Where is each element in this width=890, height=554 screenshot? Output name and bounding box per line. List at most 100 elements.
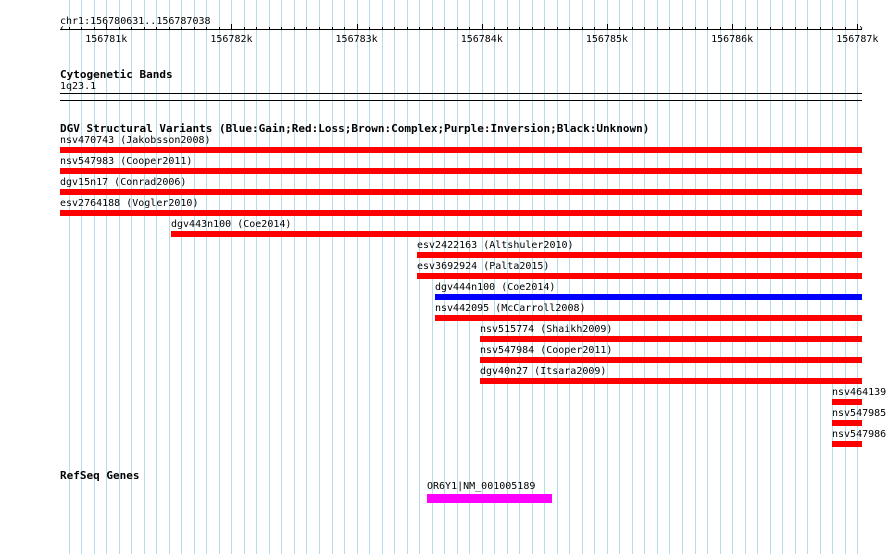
ruler-tick [332, 27, 333, 30]
variant-bar[interactable] [832, 420, 862, 426]
variant-label: esv3692924 (Palta2015) [417, 261, 550, 272]
grid-line [231, 0, 232, 554]
variant-bar[interactable] [435, 294, 862, 300]
variant-bar[interactable] [480, 378, 862, 384]
variant-label: nsv547983 (Cooper2011) [60, 156, 193, 167]
ruler-tick [106, 24, 107, 30]
grid-line [194, 0, 195, 554]
ruler-tick [619, 27, 620, 30]
variant-bar[interactable] [480, 336, 862, 342]
ruler-tick [494, 27, 495, 30]
ruler-tick [269, 27, 270, 30]
ruler-tick-label: 156786k [711, 34, 754, 45]
ruler-tick [845, 27, 846, 30]
variant-label: dgv444n100 (Coe2014) [435, 282, 556, 293]
grid-line [306, 0, 307, 554]
ruler-tick [419, 27, 420, 30]
ruler-tick [807, 27, 808, 30]
variant-label: dgv15n17 (Conrad2006) [60, 177, 187, 188]
variant-label: dgv443n100 (Coe2014) [171, 219, 292, 230]
variant-bar[interactable] [417, 252, 862, 258]
ruler-tick [144, 27, 145, 30]
variant-bar[interactable] [417, 273, 862, 279]
cytoband-track-title: Cytogenetic Bands [60, 68, 173, 81]
variant-label: nsv547984 (Cooper2011) [480, 345, 613, 356]
variant-label: nsv547985 [832, 408, 887, 419]
grid-line [156, 0, 157, 554]
variant-label: nsv442095 (McCarroll2008) [435, 303, 586, 314]
ruler-tick [469, 27, 470, 30]
ruler-tick [507, 27, 508, 30]
variant-label: esv2422163 (Altshuler2010) [417, 240, 574, 251]
variant-bar[interactable] [171, 231, 862, 237]
variant-label: nsv470743 (Jakobsson2008) [60, 135, 211, 146]
cytoband-band-bottom [60, 100, 862, 101]
ruler-tick [532, 27, 533, 30]
ruler-tick [770, 27, 771, 30]
ruler-tick [119, 27, 120, 30]
ruler-tick [594, 27, 595, 30]
ruler-tick [607, 24, 608, 30]
ruler-tick [306, 27, 307, 30]
grid-line [144, 0, 145, 554]
variant-label: nsv547986 [832, 429, 887, 440]
grid-line [281, 0, 282, 554]
ruler-tick [544, 27, 545, 30]
grid-line [169, 0, 170, 554]
ruler-tick [181, 27, 182, 30]
ruler-tick [582, 27, 583, 30]
ruler-tick [857, 24, 858, 30]
variant-bar[interactable] [60, 210, 862, 216]
refseq-track-title: RefSeq Genes [60, 469, 140, 482]
variant-bar[interactable] [60, 189, 862, 195]
ruler-tick [206, 27, 207, 30]
ruler-tick [632, 27, 633, 30]
cytoband-label: 1q23.1 [60, 81, 97, 92]
grid-line [407, 0, 408, 554]
ruler-tick [669, 27, 670, 30]
variant-bar[interactable] [832, 399, 862, 405]
variant-label: nsv464139 [832, 387, 887, 398]
variant-bar[interactable] [435, 315, 862, 321]
ruler-tick-label: 156782k [210, 34, 253, 45]
variant-label: esv2764188 (Vogler2010) [60, 198, 199, 209]
locus-label: chr1:156780631..156787038 [60, 16, 211, 27]
ruler-tick-label: 156785k [585, 34, 629, 45]
ruler-tick [682, 27, 683, 30]
variant-bar[interactable] [60, 147, 862, 153]
ruler-tick [94, 27, 95, 30]
ruler-tick [795, 27, 796, 30]
ruler-tick [281, 27, 282, 30]
ruler-tick-label: 156781k [85, 34, 128, 45]
ruler-tick [357, 24, 358, 30]
ruler-tick [657, 27, 658, 30]
ruler-tick [382, 27, 383, 30]
ruler-tick [69, 27, 70, 30]
grid-line [219, 0, 220, 554]
ruler-tick-label: 156784k [460, 34, 503, 45]
ruler-tick-label: 156783k [335, 34, 378, 45]
ruler-tick [319, 27, 320, 30]
variant-bar[interactable] [60, 168, 862, 174]
grid-line [357, 0, 358, 554]
ruler-tick [369, 27, 370, 30]
variant-label: dgv40n27 (Itsara2009) [480, 366, 607, 377]
gene-bar[interactable] [427, 494, 552, 503]
ruler-tick-label: 156787k [836, 34, 879, 45]
variant-bar[interactable] [832, 441, 862, 447]
ruler-tick [832, 27, 833, 30]
ruler-tick [169, 27, 170, 30]
ruler-tick [194, 27, 195, 30]
ruler-tick [482, 24, 483, 30]
grid-line [269, 0, 270, 554]
ruler-tick [219, 27, 220, 30]
ruler-tick [444, 27, 445, 30]
ruler-tick [256, 27, 257, 30]
ruler-tick [344, 27, 345, 30]
grid-line [181, 0, 182, 554]
grid-line [382, 0, 383, 554]
ruler-tick [131, 27, 132, 30]
variant-bar[interactable] [480, 357, 862, 363]
grid-line [319, 0, 320, 554]
ruler-tick [432, 27, 433, 30]
